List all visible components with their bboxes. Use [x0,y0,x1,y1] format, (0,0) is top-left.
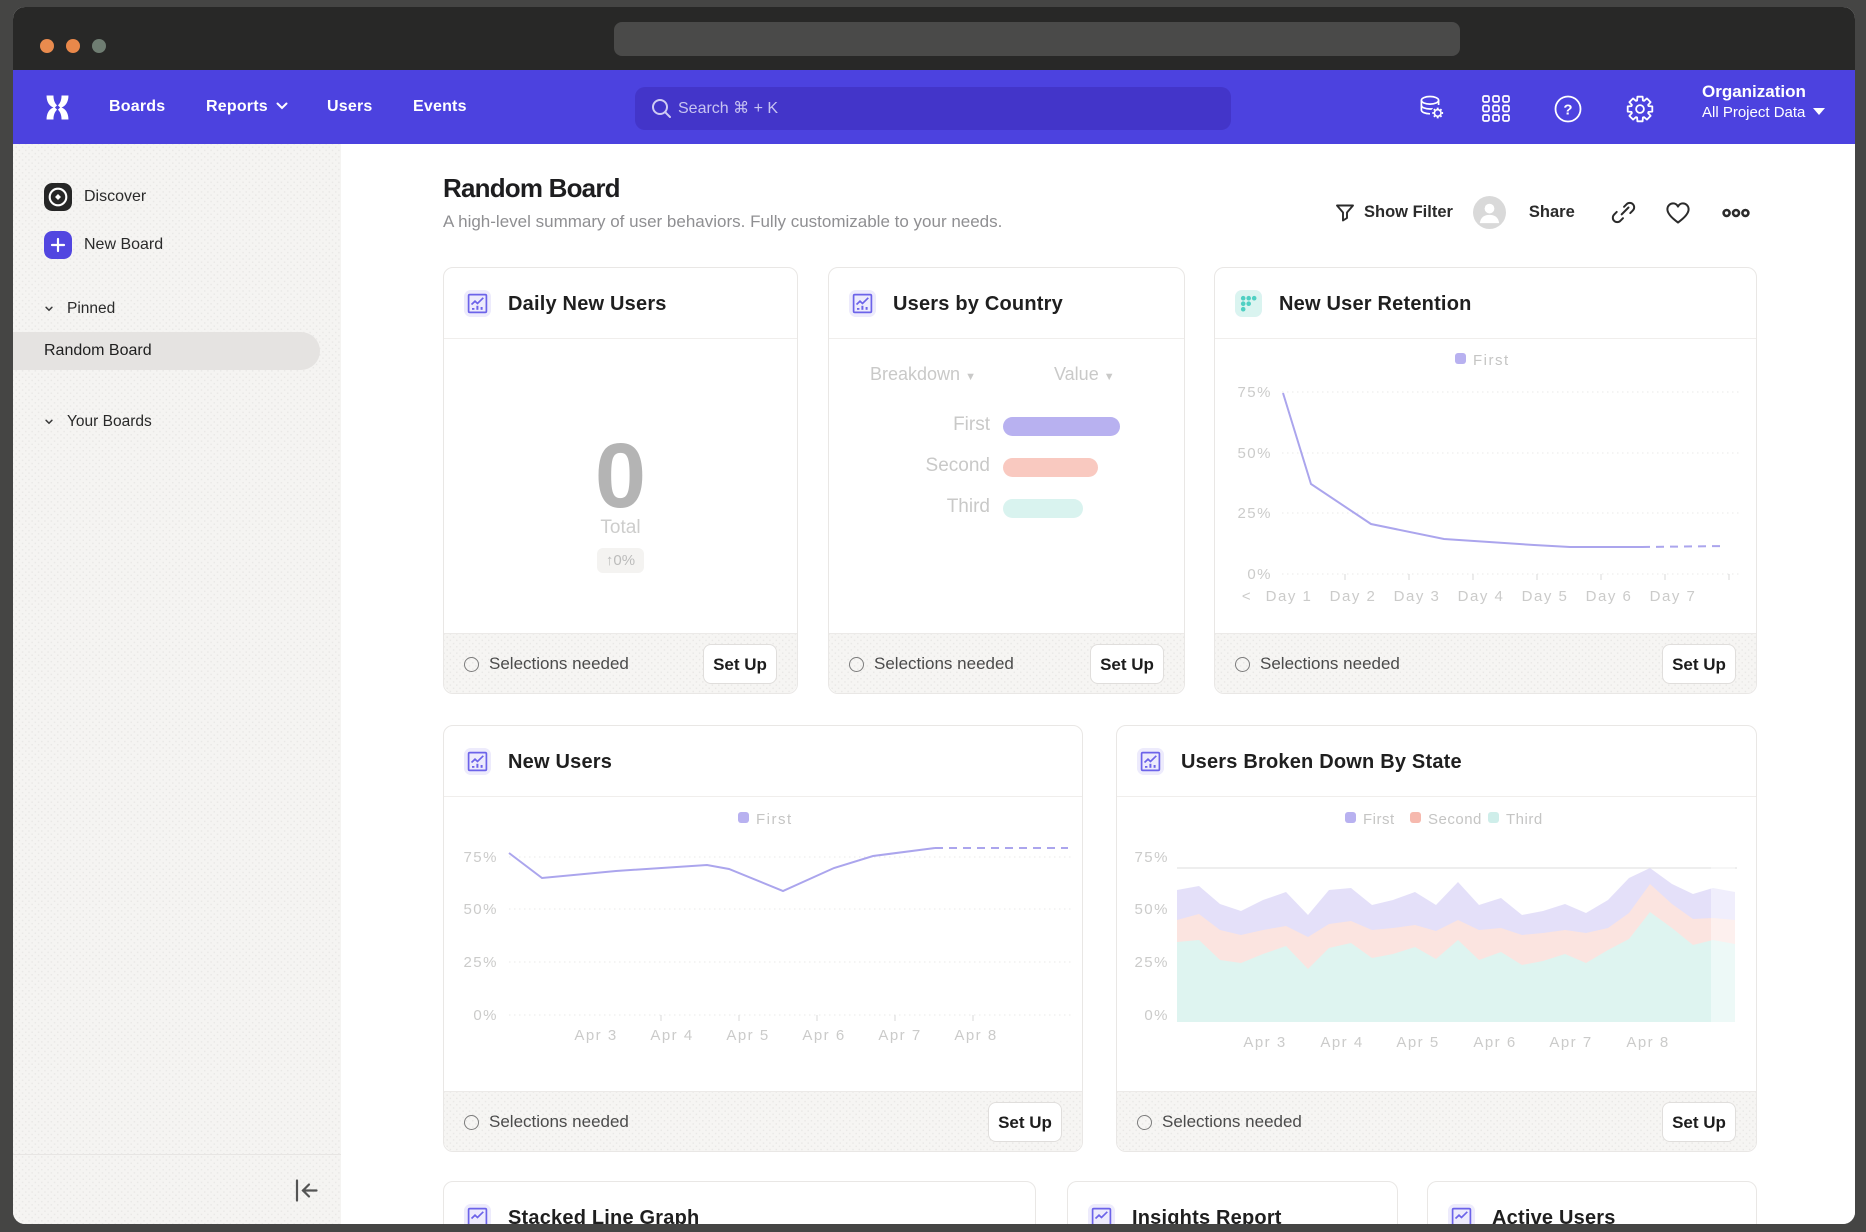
svg-text:75%: 75% [1237,384,1272,401]
svg-text:?: ? [1563,102,1572,119]
svg-text:0%: 0% [1247,566,1272,583]
svg-text:Apr 4: Apr 4 [650,1027,693,1044]
svg-text:50%: 50% [1237,445,1272,462]
svg-text:Apr 8: Apr 8 [954,1027,997,1044]
svg-text:First: First [1363,811,1395,828]
svg-text:Apr 6: Apr 6 [802,1027,845,1044]
svg-text:Apr 4: Apr 4 [1320,1034,1363,1051]
svg-text:First: First [1473,352,1510,369]
svg-text:25%: 25% [1237,505,1272,522]
svg-text:50%: 50% [1134,901,1169,918]
svg-text:Apr 6: Apr 6 [1473,1034,1516,1051]
svg-text:50%: 50% [463,901,498,918]
svg-text:75%: 75% [463,849,498,866]
svg-text:First: First [756,811,793,828]
svg-text:Apr 5: Apr 5 [726,1027,769,1044]
svg-text:Apr 8: Apr 8 [1626,1034,1669,1051]
svg-text:Apr 3: Apr 3 [1243,1034,1286,1051]
svg-text:<: < [1242,588,1252,605]
svg-text:Day 1: Day 1 [1266,588,1313,605]
svg-text:0%: 0% [473,1007,498,1024]
svg-text:Apr 3: Apr 3 [574,1027,617,1044]
svg-text:Day 7: Day 7 [1650,588,1697,605]
svg-text:Day 4: Day 4 [1458,588,1505,605]
svg-text:Apr 5: Apr 5 [1396,1034,1439,1051]
svg-text:Day 3: Day 3 [1394,588,1441,605]
svg-text:Apr 7: Apr 7 [1549,1034,1592,1051]
svg-text:25%: 25% [1134,954,1169,971]
svg-text:Day 6: Day 6 [1586,588,1633,605]
svg-text:Second: Second [1428,811,1482,828]
svg-text:Third: Third [1506,811,1543,828]
svg-text:Day 2: Day 2 [1330,588,1377,605]
svg-text:Apr 7: Apr 7 [878,1027,921,1044]
svg-text:75%: 75% [1134,849,1169,866]
svg-text:25%: 25% [463,954,498,971]
svg-text:0%: 0% [1144,1007,1169,1024]
svg-text:Day 5: Day 5 [1522,588,1569,605]
